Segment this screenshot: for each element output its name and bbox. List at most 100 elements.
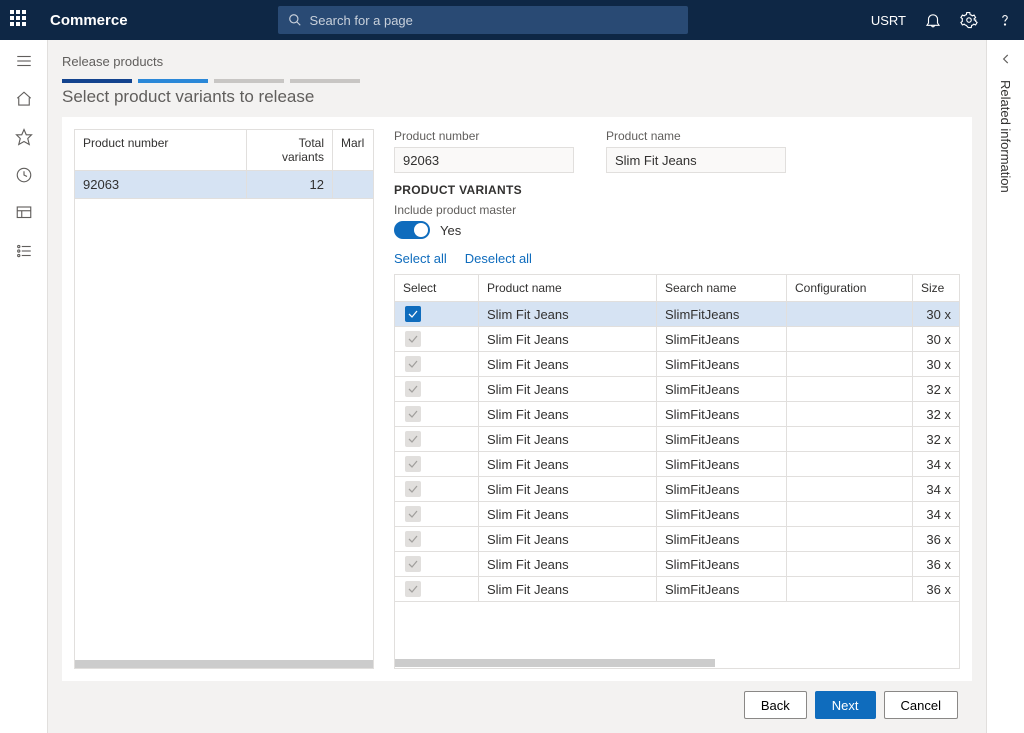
hamburger-icon[interactable] [15, 52, 33, 70]
related-info-label[interactable]: Related information [998, 80, 1013, 193]
app-launcher-icon[interactable] [10, 10, 30, 30]
wizard-step-4 [290, 79, 360, 83]
variant-search-name: SlimFitJeans [657, 427, 787, 451]
variant-checkbox[interactable] [405, 456, 421, 472]
variant-configuration [787, 427, 913, 451]
variant-row[interactable]: Slim Fit JeansSlimFitJeans30 x [395, 302, 959, 327]
variant-configuration [787, 377, 913, 401]
variant-row[interactable]: Slim Fit JeansSlimFitJeans34 x [395, 477, 959, 502]
help-icon[interactable] [996, 11, 1014, 29]
summary-col-mark[interactable]: Marl [333, 130, 373, 170]
gear-icon[interactable] [960, 11, 978, 29]
variant-row[interactable]: Slim Fit JeansSlimFitJeans30 x [395, 352, 959, 377]
variant-configuration [787, 577, 913, 601]
product-number-field[interactable] [394, 147, 574, 173]
variant-product-name: Slim Fit Jeans [479, 427, 657, 451]
variant-row[interactable]: Slim Fit JeansSlimFitJeans36 x [395, 527, 959, 552]
variant-search-name: SlimFitJeans [657, 552, 787, 576]
variant-configuration [787, 352, 913, 376]
right-rail: Related information [986, 40, 1024, 733]
summary-total-variants: 12 [247, 171, 333, 198]
variant-row[interactable]: Slim Fit JeansSlimFitJeans 36 x [395, 552, 959, 577]
variant-size: 32 x [913, 377, 959, 401]
variant-size: 36 x [913, 527, 959, 551]
variant-configuration [787, 402, 913, 426]
summary-scrollbar[interactable] [75, 660, 373, 668]
back-button[interactable]: Back [744, 691, 807, 719]
variant-product-name: Slim Fit Jeans [479, 302, 657, 326]
variant-checkbox[interactable] [405, 581, 421, 597]
variant-row[interactable]: Slim Fit JeansSlimFitJeans34 x [395, 502, 959, 527]
wizard-footer: Back Next Cancel [62, 681, 972, 733]
variants-scrollbar[interactable] [395, 658, 959, 668]
recent-icon[interactable] [15, 166, 33, 184]
variants-col-configuration[interactable]: Configuration [787, 275, 913, 301]
summary-row[interactable]: 92063 12 [75, 171, 373, 199]
variant-size: 36 x [913, 577, 959, 601]
section-title-variants: PRODUCT VARIANTS [394, 183, 960, 197]
home-icon[interactable] [15, 90, 33, 108]
wizard-step-1 [62, 79, 132, 83]
include-master-label: Include product master [394, 203, 960, 217]
variants-col-product-name[interactable]: Product name [479, 275, 657, 301]
variant-checkbox[interactable] [405, 531, 421, 547]
variant-configuration [787, 527, 913, 551]
summary-header: Product number Total variants Marl [75, 130, 373, 171]
wizard-step-3 [214, 79, 284, 83]
variant-checkbox[interactable] [405, 356, 421, 372]
star-icon[interactable] [15, 128, 33, 146]
variants-col-size[interactable]: Size [913, 275, 959, 301]
variant-product-name: Slim Fit Jeans [479, 552, 657, 576]
variants-col-select[interactable]: Select [395, 275, 479, 301]
summary-col-product-number[interactable]: Product number [75, 130, 247, 170]
variant-checkbox[interactable] [405, 506, 421, 522]
summary-col-total-variants[interactable]: Total variants [247, 130, 333, 170]
variant-row[interactable]: Slim Fit JeansSlimFitJeans30 x [395, 327, 959, 352]
search-input[interactable] [310, 13, 678, 28]
chevron-left-icon[interactable] [999, 52, 1013, 66]
variant-checkbox[interactable] [405, 556, 421, 572]
product-number-label: Product number [394, 129, 574, 143]
variant-search-name: SlimFitJeans [657, 477, 787, 501]
search-icon [288, 13, 302, 27]
variant-search-name: SlimFitJeans [657, 577, 787, 601]
variant-search-name: SlimFitJeans [657, 377, 787, 401]
variant-row[interactable]: Slim Fit JeansSlimFitJeans 36 x [395, 577, 959, 602]
variant-checkbox[interactable] [405, 306, 421, 322]
next-button[interactable]: Next [815, 691, 876, 719]
variant-size: 36 x [913, 552, 959, 576]
variant-row[interactable]: Slim Fit JeansSlimFitJeans 32 x [395, 427, 959, 452]
variant-checkbox[interactable] [405, 431, 421, 447]
variant-product-name: Slim Fit Jeans [479, 352, 657, 376]
product-name-field[interactable] [606, 147, 786, 173]
variant-checkbox[interactable] [405, 481, 421, 497]
variant-row[interactable]: Slim Fit JeansSlimFitJeans34 x [395, 452, 959, 477]
variant-product-name: Slim Fit Jeans [479, 327, 657, 351]
select-all-link[interactable]: Select all [394, 251, 447, 266]
variant-row[interactable]: Slim Fit JeansSlimFitJeans32 x [395, 377, 959, 402]
user-label[interactable]: USRT [871, 13, 906, 28]
global-search[interactable] [278, 6, 688, 34]
variant-size: 32 x [913, 427, 959, 451]
variant-search-name: SlimFitJeans [657, 327, 787, 351]
variant-configuration [787, 477, 913, 501]
variant-product-name: Slim Fit Jeans [479, 577, 657, 601]
include-master-toggle[interactable] [394, 221, 430, 239]
detail-pane: Product number Product name PRODUCT VARI… [394, 129, 960, 669]
variant-row[interactable]: Slim Fit JeansSlimFitJeans32 x [395, 402, 959, 427]
variant-search-name: SlimFitJeans [657, 527, 787, 551]
variant-search-name: SlimFitJeans [657, 402, 787, 426]
variant-configuration [787, 552, 913, 576]
variants-col-search-name[interactable]: Search name [657, 275, 787, 301]
variant-checkbox[interactable] [405, 331, 421, 347]
variant-checkbox[interactable] [405, 406, 421, 422]
cancel-button[interactable]: Cancel [884, 691, 958, 719]
modules-icon[interactable] [15, 242, 33, 260]
variant-checkbox[interactable] [405, 381, 421, 397]
left-nav-rail [0, 40, 48, 733]
variant-configuration [787, 502, 913, 526]
variant-search-name: SlimFitJeans [657, 352, 787, 376]
deselect-all-link[interactable]: Deselect all [465, 251, 532, 266]
workspaces-icon[interactable] [15, 204, 33, 222]
bell-icon[interactable] [924, 11, 942, 29]
